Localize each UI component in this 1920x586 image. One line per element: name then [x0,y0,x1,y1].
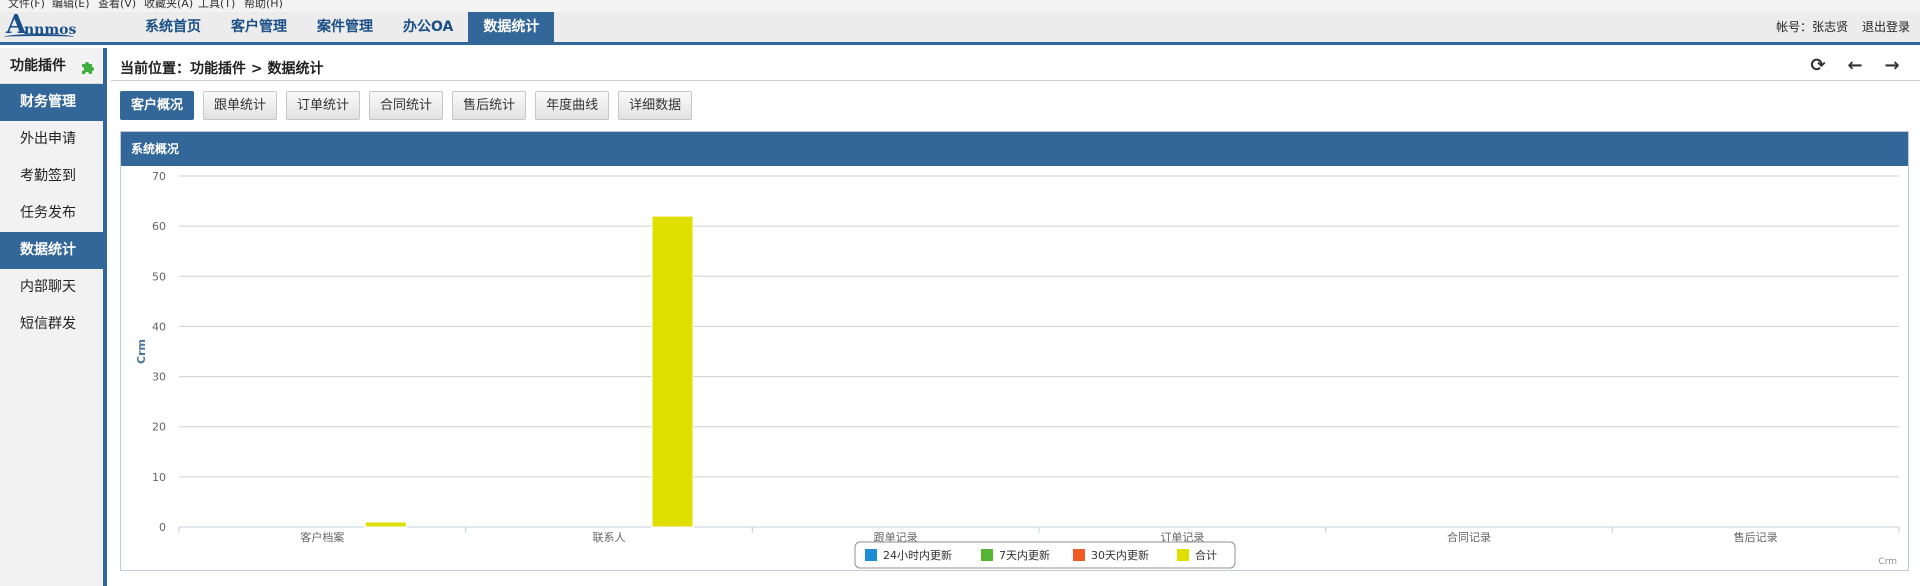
user-area: 帐号：张志贤 退出登录 [1766,12,1910,42]
y-tick-label: 60 [152,220,166,233]
tab-followup-stats[interactable]: 跟单统计 [203,91,278,120]
y-tick-label: 50 [152,270,166,283]
y-tick-label: 10 [152,471,166,484]
tab-detail-data[interactable]: 详细数据 [618,91,693,120]
menu-favorites[interactable]: 收藏夹(A) [144,0,193,11]
tab-annual-curve[interactable]: 年度曲线 [535,91,610,120]
legend-label: 7天内更新 [999,548,1050,562]
refresh-icon[interactable]: ⟳ [1806,56,1830,76]
sidebar-item-sms[interactable]: 短信群发 [0,306,103,343]
menu-edit[interactable]: 编辑(E) [52,0,90,11]
sidebar-item-attendance[interactable]: 考勤签到 [0,158,103,195]
sidebar-item-finance[interactable]: 财务管理 [0,84,103,121]
nav-customers[interactable]: 客户管理 [216,12,302,42]
sidebar-item-chat[interactable]: 内部聊天 [0,269,103,306]
chart-credit: Crm [1878,557,1897,567]
sidebar-item-tasks[interactable]: 任务发布 [0,195,103,232]
legend-label: 合计 [1195,548,1217,562]
forward-arrow-icon[interactable]: → [1880,56,1904,76]
app-logo[interactable]: A nnmos [4,10,94,42]
puzzle-icon [82,62,94,74]
x-tick-label: 合同记录 [1447,530,1491,544]
legend-swatch [1177,549,1189,561]
nav-statistics[interactable]: 数据统计 [468,12,555,42]
logout-link[interactable]: 退出登录 [1862,20,1910,34]
x-tick-label: 客户档案 [300,530,344,544]
x-tick-label: 售后记录 [1734,530,1778,544]
divider [111,80,1920,81]
tab-aftersales-stats[interactable]: 售后统计 [452,91,527,120]
breadcrumb: 当前位置：功能插件 > 数据统计 [120,61,324,77]
y-tick-label: 40 [152,320,166,333]
main-nav: 系统首页 客户管理 案件管理 办公OA 数据统计 [130,12,555,42]
top-header: A nnmos 系统首页 客户管理 案件管理 办公OA 数据统计 帐号：张志贤 … [0,10,1920,45]
y-tick-label: 30 [152,371,166,384]
panel-title: 系统概况 [121,132,1908,166]
bar [364,521,407,528]
tab-contract-stats[interactable]: 合同统计 [369,91,444,120]
menu-help[interactable]: 帮助(H) [244,0,283,11]
sidebar-item-statistics[interactable]: 数据统计 [0,232,103,269]
page-toolbar: ⟳ ← → [1793,56,1904,76]
menu-view[interactable]: 查看(V) [98,0,136,11]
back-arrow-icon[interactable]: ← [1843,56,1867,76]
nav-office-oa[interactable]: 办公OA [388,12,468,42]
tab-customer-overview[interactable]: 客户概况 [120,91,195,120]
y-tick-label: 70 [152,170,166,183]
legend-swatch [981,549,993,561]
bar [651,215,694,528]
legend-swatch [865,549,877,561]
legend-label: 30天内更新 [1091,548,1149,562]
y-tick-label: 20 [152,421,166,434]
tab-order-stats[interactable]: 订单统计 [286,91,361,120]
sidebar: 功能插件 财务管理 外出申请 考勤签到 任务发布 数据统计 内部聊天 短信群发 [0,48,107,586]
legend-label: 24小时内更新 [883,548,952,562]
y-tick-label: 0 [159,521,166,534]
browser-menu-bar: 文件(F) 编辑(E) 查看(V) 收藏夹(A) 工具(T) 帮助(H) [0,0,1920,12]
sidebar-item-outing[interactable]: 外出申请 [0,121,103,158]
sidebar-title: 功能插件 [0,48,103,84]
legend-swatch [1073,549,1085,561]
nav-home[interactable]: 系统首页 [130,12,216,42]
y-axis-title: Crm [135,339,148,364]
overview-panel: 系统概况 0 10 20 30 40 50 60 70 Crm 客户档案 联系人 跟单记录 订单记录 合同… [120,131,1909,571]
x-tick-label: 联系人 [593,531,626,544]
menu-tools[interactable]: 工具(T) [198,0,235,11]
account-label: 帐号：张志贤 [1776,20,1849,34]
overview-bar-chart: 010203040506070Crm客户档案 联系人 跟单记录 订单记录 合同记录 售后记… [135,170,1900,569]
nav-cases[interactable]: 案件管理 [302,12,388,42]
stat-tabs: 客户概况 跟单统计 订单统计 合同统计 售后统计 年度曲线 详细数据 [120,91,701,120]
